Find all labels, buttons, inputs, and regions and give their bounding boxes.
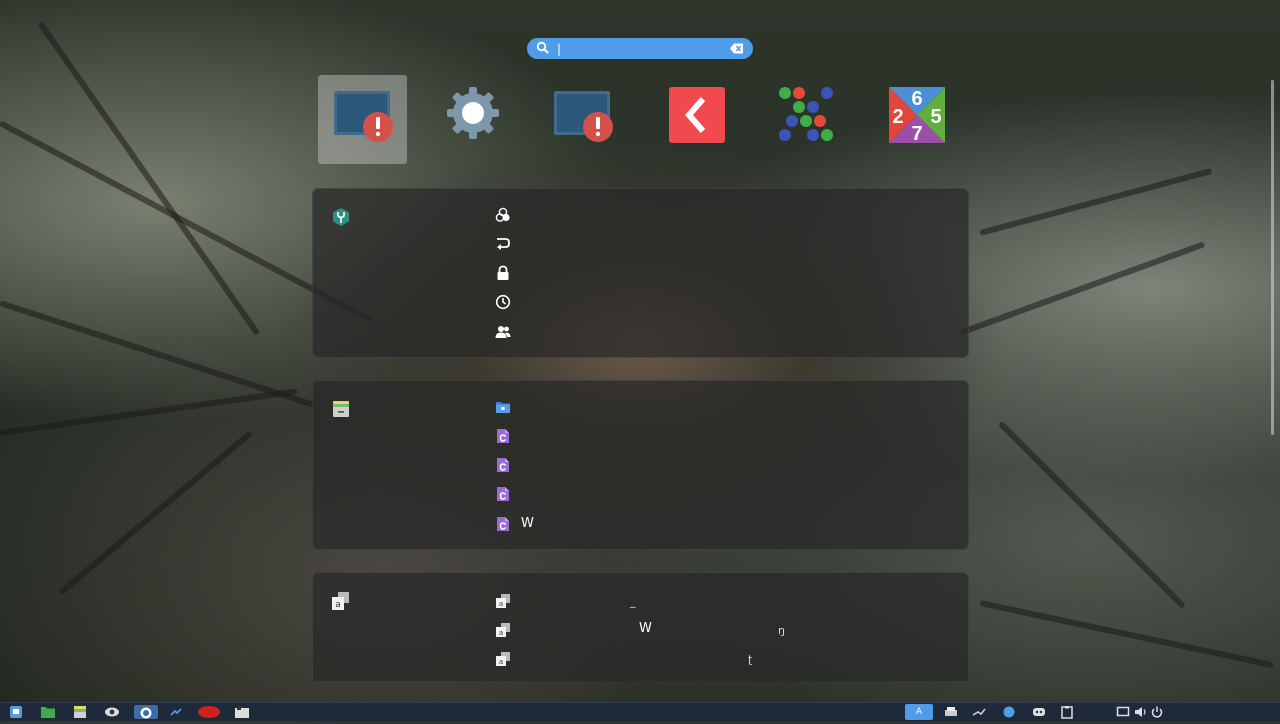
file-c-icon — [497, 429, 509, 443]
clock-icon — [495, 294, 511, 310]
settings-result-row[interactable] — [495, 233, 955, 255]
character-glyph: _ — [630, 595, 636, 608]
characters-results-section: a a _ a W ŋ a ʈ — [312, 572, 969, 681]
volume-icon[interactable] — [1134, 705, 1148, 719]
network-icon[interactable] — [1002, 705, 1016, 719]
character-icon: a — [496, 623, 510, 637]
sudoku-digit-bottom: 7 — [911, 123, 922, 145]
character-name: ʈ — [748, 653, 753, 666]
software-icon[interactable] — [234, 705, 250, 719]
keyboard-layout-indicator[interactable]: A — [905, 704, 933, 720]
files-icon[interactable] — [40, 705, 56, 719]
character-result-row[interactable]: a _ — [495, 590, 955, 612]
app-menu-icon[interactable] — [8, 705, 24, 719]
folder-icon — [496, 402, 510, 413]
clear-search-icon[interactable] — [730, 42, 744, 55]
taskbar: A — [0, 702, 1280, 721]
settings-result-row[interactable] — [495, 291, 955, 313]
app-icon-sudoku[interactable]: 6 2 5 7 — [873, 75, 962, 164]
record-icon[interactable] — [196, 705, 222, 719]
characters-provider-icon[interactable]: a — [331, 591, 351, 611]
app-results: 6 2 5 7 — [318, 75, 968, 165]
appearance-icon — [495, 207, 510, 222]
clipboard-icon[interactable] — [1060, 705, 1074, 719]
app-icon-dots-game[interactable] — [763, 75, 852, 164]
app-icon-settings[interactable] — [428, 75, 517, 164]
svg-text:a: a — [335, 600, 341, 610]
discord-icon[interactable] — [1032, 705, 1046, 719]
browser-taskbar-item[interactable] — [134, 705, 158, 719]
file-result-row[interactable] — [495, 454, 955, 476]
missing-app-icon — [334, 91, 393, 142]
file-result-row[interactable] — [495, 483, 955, 505]
file-c-icon — [497, 487, 509, 501]
sudoku-digit-left: 2 — [892, 106, 903, 128]
power-icon[interactable] — [1150, 705, 1164, 719]
results-scrollbar[interactable] — [1271, 80, 1274, 435]
file-c-icon — [497, 517, 509, 531]
search-icon — [536, 41, 549, 54]
flutter-icon — [669, 87, 725, 143]
printer-icon[interactable] — [944, 705, 958, 719]
row-label: W — [521, 516, 534, 531]
character-icon: a — [496, 652, 510, 666]
gear-icon — [447, 87, 499, 139]
search-input[interactable] — [557, 40, 717, 57]
svg-text:a: a — [499, 629, 503, 637]
app-icon-flutter[interactable] — [653, 75, 742, 164]
settings-result-row[interactable] — [495, 321, 955, 343]
display-icon[interactable] — [1116, 705, 1130, 719]
redo-icon — [497, 238, 510, 250]
svg-text:a: a — [499, 600, 503, 608]
settings-results-section — [312, 188, 969, 358]
files-provider-icon[interactable] — [331, 399, 351, 419]
character-icon: a — [496, 594, 510, 608]
character-result-row[interactable]: a W ŋ — [495, 619, 955, 641]
app-icon-missing-1[interactable] — [318, 75, 407, 164]
lock-icon — [497, 265, 509, 280]
file-result-row[interactable]: W — [495, 513, 955, 535]
character-result-row[interactable]: a ʈ — [495, 648, 955, 670]
steam-icon[interactable] — [972, 705, 986, 719]
file-result-row[interactable] — [495, 396, 955, 418]
viewer-icon[interactable] — [104, 705, 120, 719]
archive-icon[interactable] — [72, 705, 88, 719]
missing-app-icon — [554, 91, 613, 142]
svg-text:a: a — [499, 658, 503, 666]
file-c-icon — [497, 458, 509, 472]
file-result-row[interactable] — [495, 425, 955, 447]
settings-result-row[interactable] — [495, 204, 955, 226]
users-icon — [495, 326, 511, 338]
app-icon-missing-2[interactable] — [538, 75, 627, 164]
character-name: ŋ — [778, 624, 785, 637]
search-bar[interactable] — [527, 38, 753, 59]
settings-result-row[interactable] — [495, 262, 955, 284]
sudoku-icon: 6 2 5 7 — [889, 87, 945, 145]
sudoku-digit-top: 6 — [911, 88, 922, 110]
character-glyph: W — [639, 621, 652, 636]
files-results-section: W — [312, 380, 969, 550]
sudoku-digit-right: 5 — [930, 106, 941, 128]
dots-game-icon — [779, 87, 833, 141]
settings-provider-icon[interactable] — [331, 207, 351, 227]
terminal-icon[interactable] — [168, 705, 184, 719]
browser-icon — [140, 707, 152, 719]
